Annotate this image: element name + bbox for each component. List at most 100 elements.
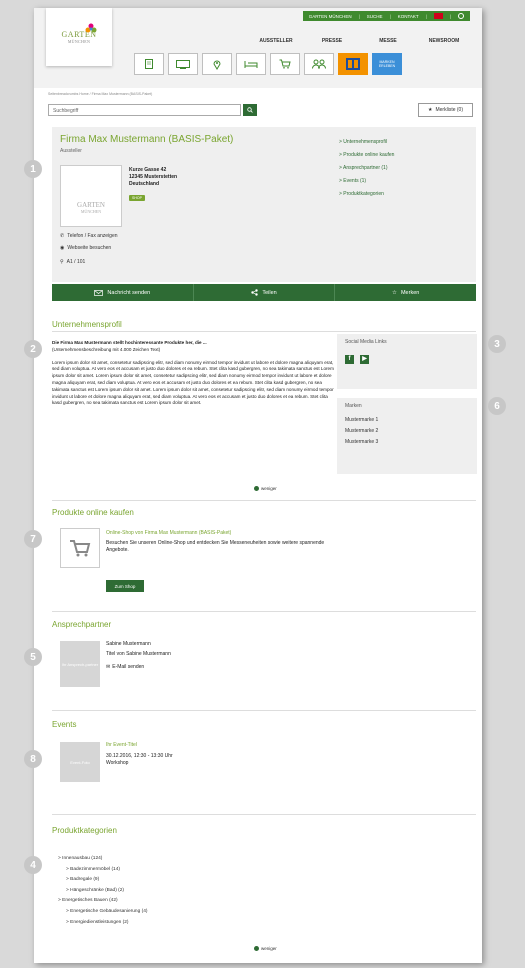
- company-description: Die Firma Max Mustermann stellt hochinte…: [52, 340, 334, 407]
- contact-name: Sabine Mustermann: [106, 641, 151, 647]
- star-icon: ★: [428, 107, 433, 113]
- contact-photo-placeholder: Ihr Ansprech-partner: [60, 641, 100, 687]
- zum-shop-button[interactable]: Zum Shop: [106, 580, 144, 592]
- brands-title: Marken: [345, 403, 362, 409]
- stand-label: A1 / 101: [66, 259, 86, 265]
- flower-logo-icon: [85, 23, 97, 33]
- partner-logo-blue[interactable]: MARKEN ERLEBEN: [372, 53, 402, 75]
- shop-link[interactable]: Online-Shop von Firma Max Mustermann (BA…: [106, 530, 346, 537]
- nav-aussteller[interactable]: AUSSTELLER: [248, 38, 304, 44]
- document-icon[interactable]: [134, 53, 164, 75]
- event-time: 30.12.2016, 12:30 - 13:30 Uhr: [106, 753, 173, 759]
- merkliste-button[interactable]: ★ Merkliste (0): [418, 103, 473, 117]
- event-type: Workshop: [106, 760, 129, 766]
- youtube-icon[interactable]: ▶: [360, 355, 369, 364]
- breadcrumb[interactable]: Seitenbreadcrumbs Home / Firma Max Muste…: [48, 92, 152, 96]
- send-message-label: Nachricht senden: [107, 289, 151, 296]
- event-title[interactable]: Ihr Event-Titel: [106, 742, 306, 749]
- address-street: Kurze Gasse 42: [129, 167, 167, 173]
- bookmark-button[interactable]: ☆ Merken: [335, 284, 476, 301]
- topbar-link-suche[interactable]: SUCHE: [367, 14, 383, 19]
- anchor-produkte[interactable]: > Produkte online kaufen: [339, 149, 394, 162]
- globe-icon[interactable]: [458, 13, 464, 19]
- brand-item[interactable]: Mustermarke 3: [337, 437, 477, 448]
- website-link[interactable]: ◉ Webseite besuchen: [60, 245, 111, 251]
- people-icon[interactable]: [304, 53, 334, 75]
- description-text: Lorem ipsum dolor sit amet, consetetur s…: [52, 359, 334, 406]
- shop-badge: SHOP: [129, 195, 145, 201]
- divider: [52, 500, 476, 501]
- partner-logo-orange[interactable]: [338, 53, 368, 75]
- social-media-title: Social Media Links: [345, 339, 387, 345]
- send-message-button[interactable]: Nachricht senden: [52, 284, 194, 301]
- phone-icon: ✆: [60, 233, 65, 239]
- anchor-events[interactable]: > Events (1): [339, 175, 394, 188]
- exhibitor-page: GARTEN MÜNCHEN | SUCHE | KONTAKT | | GAR…: [34, 8, 482, 963]
- section-title-shop: Produkte online kaufen: [52, 508, 134, 517]
- topbar-link-garten[interactable]: GARTEN MÜNCHEN: [309, 14, 352, 19]
- shop-info: Online-Shop von Firma Max Mustermann (BA…: [106, 530, 346, 554]
- logo-text-line2: MÜNCHEN: [67, 39, 91, 44]
- category-item[interactable]: > Badregale (9): [58, 875, 147, 886]
- main-navigation: AUSSTELLER PRESSE MESSE NEWSROOM: [248, 38, 472, 44]
- annotation-marker: 7: [24, 530, 42, 548]
- category-item[interactable]: > Energetische Gebäudesanierung (4): [58, 907, 147, 918]
- company-subtitle: Aussteller: [60, 148, 82, 154]
- nav-presse[interactable]: PRESSE: [304, 38, 360, 44]
- facebook-icon[interactable]: f: [345, 355, 354, 364]
- search-icon: [247, 107, 253, 113]
- anchor-produktkategorien[interactable]: > Produktkategorien: [339, 188, 394, 201]
- category-item[interactable]: > Badezimmermöbel (14): [58, 865, 147, 876]
- category-item[interactable]: > Energiedienstleistungen (2): [58, 918, 147, 929]
- category-item[interactable]: > Energetisches Bauen (42): [58, 896, 147, 907]
- show-less-link[interactable]: weniger: [254, 946, 277, 951]
- stand-info: ⚲ A1 / 101: [60, 259, 85, 265]
- site-logo[interactable]: GARTEN MÜNCHEN: [46, 8, 112, 66]
- section-title-produktkategorien: Produktkategorien: [52, 826, 117, 835]
- category-item[interactable]: > Innenausbau (124): [58, 854, 147, 865]
- company-logo-line1: GARTEN: [77, 201, 105, 209]
- category-list: > Innenausbau (124) > Badezimmermöbel (1…: [58, 854, 147, 928]
- brand-item[interactable]: Mustermarke 2: [337, 426, 477, 437]
- nav-newsroom[interactable]: NEWSROOM: [416, 38, 472, 44]
- screen-icon[interactable]: [168, 53, 198, 75]
- divider: [52, 814, 476, 815]
- search-button[interactable]: [243, 104, 257, 116]
- annotation-marker: 8: [24, 750, 42, 768]
- company-logo-line2: MÜNCHEN: [80, 209, 102, 214]
- section-title-unternehmensprofil: Unternehmensprofil: [52, 320, 122, 329]
- envelope-icon: ✉: [106, 664, 111, 670]
- search-input[interactable]: Suchbegriff: [48, 104, 241, 116]
- share-icon: [251, 289, 259, 296]
- language-flag-icon[interactable]: [433, 13, 443, 19]
- location-pin-icon[interactable]: [202, 53, 232, 75]
- brand-item[interactable]: Mustermarke 1: [337, 415, 477, 426]
- divider: [52, 710, 476, 711]
- annotation-marker: 4: [24, 856, 42, 874]
- section-title-ansprechpartner: Ansprechpartner: [52, 620, 112, 629]
- share-button[interactable]: Teilen: [194, 284, 336, 301]
- quick-icon-row: MARKEN ERLEBEN: [134, 53, 402, 75]
- company-logo: GARTEN MÜNCHEN: [60, 165, 122, 227]
- address-city: 12345 Musterstetten: [129, 174, 178, 180]
- phone-link[interactable]: ✆ Telefon / Fax anzeigen: [60, 233, 118, 239]
- envelope-icon: [94, 289, 104, 296]
- description-intro: Die Firma Max Mustermann stellt hochinte…: [52, 340, 207, 345]
- merkliste-label: Merkliste (0): [435, 107, 463, 113]
- show-less-label: weniger: [261, 486, 277, 491]
- contact-email-label: E-Mail senden: [112, 664, 145, 670]
- annotation-marker: 6: [488, 397, 506, 415]
- cart-icon[interactable]: [270, 53, 300, 75]
- minus-circle-icon: [254, 486, 259, 491]
- divider: [52, 331, 476, 332]
- anchor-unternehmensprofil[interactable]: > Unternehmensprofil: [339, 136, 394, 149]
- contact-email-link[interactable]: ✉ E-Mail senden: [106, 664, 186, 671]
- contact-role: Titel von Sabine Mustermann: [106, 651, 171, 657]
- bed-icon[interactable]: [236, 53, 266, 75]
- anchor-ansprechpartner[interactable]: > Ansprechpartner (1): [339, 162, 394, 175]
- globe-icon: ◉: [60, 245, 65, 251]
- category-item[interactable]: > Hängeschränke (Bad) (2): [58, 886, 147, 897]
- topbar-link-kontakt[interactable]: KONTAKT: [398, 14, 419, 19]
- nav-messe[interactable]: MESSE: [360, 38, 416, 44]
- show-less-link[interactable]: weniger: [254, 486, 277, 491]
